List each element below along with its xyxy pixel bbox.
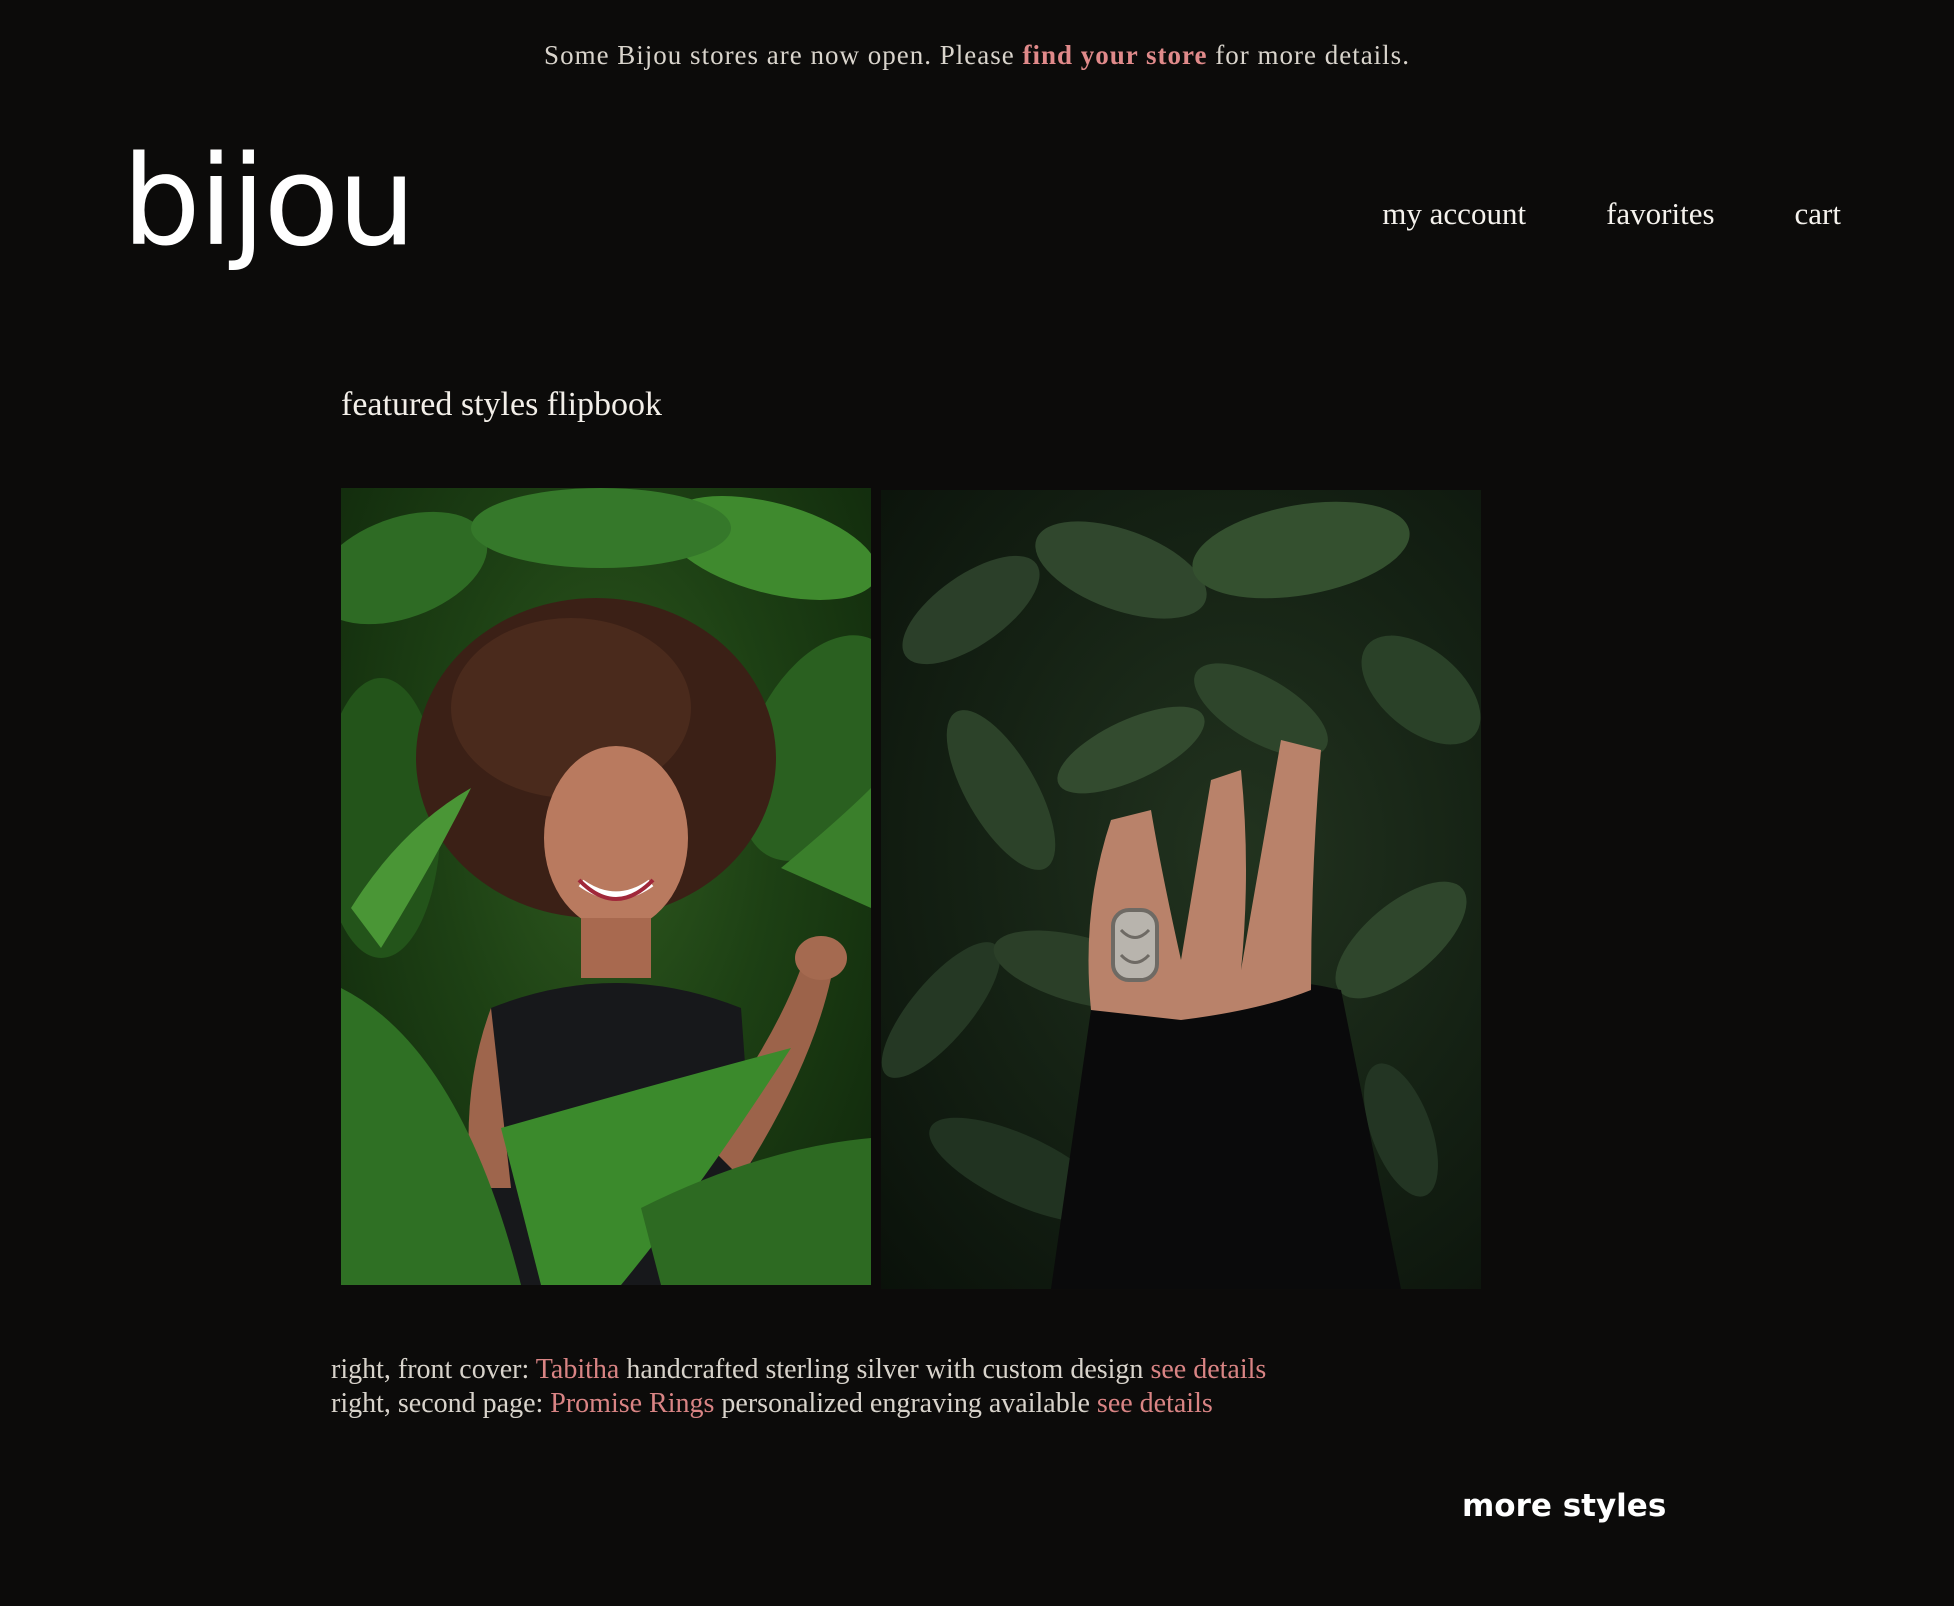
product-link-tabitha[interactable]: Tabitha: [536, 1354, 620, 1385]
hand-with-ring-image: [881, 501, 1481, 1289]
more-styles-button[interactable]: more styles: [1462, 1488, 1666, 1524]
section-title: featured styles flipbook: [341, 386, 663, 423]
nav-my-account[interactable]: my account: [1382, 196, 1526, 232]
second-page-photo: [881, 490, 1481, 1289]
see-details-link[interactable]: see details: [1150, 1354, 1266, 1385]
top-nav: my account favorites cart: [1382, 196, 1841, 232]
caption-description: personalized engraving available: [714, 1388, 1097, 1419]
caption-second-page: right, second page: Promise Rings person…: [331, 1387, 1266, 1421]
caption-description: handcrafted sterling silver with custom …: [619, 1354, 1151, 1385]
store-banner: Some Bijou stores are now open. Please f…: [0, 40, 1954, 71]
banner-text-suffix: for more details.: [1207, 40, 1410, 70]
caption-front-cover: right, front cover: Tabitha handcrafted …: [331, 1353, 1266, 1387]
caption-prefix: right, front cover:: [331, 1354, 536, 1385]
woman-in-leaves-image: [341, 488, 871, 1285]
banner-text: Some Bijou stores are now open. Please: [544, 40, 1023, 70]
see-details-link[interactable]: see details: [1097, 1388, 1213, 1419]
nav-favorites[interactable]: favorites: [1606, 196, 1714, 232]
find-store-link[interactable]: find your store: [1022, 40, 1207, 70]
flipbook-captions: right, front cover: Tabitha handcrafted …: [331, 1353, 1266, 1421]
product-link-promise-rings[interactable]: Promise Rings: [550, 1388, 714, 1419]
logo[interactable]: bijou: [122, 140, 416, 264]
caption-prefix: right, second page:: [331, 1388, 551, 1419]
front-cover-photo: [341, 488, 871, 1285]
nav-cart[interactable]: cart: [1795, 196, 1841, 232]
